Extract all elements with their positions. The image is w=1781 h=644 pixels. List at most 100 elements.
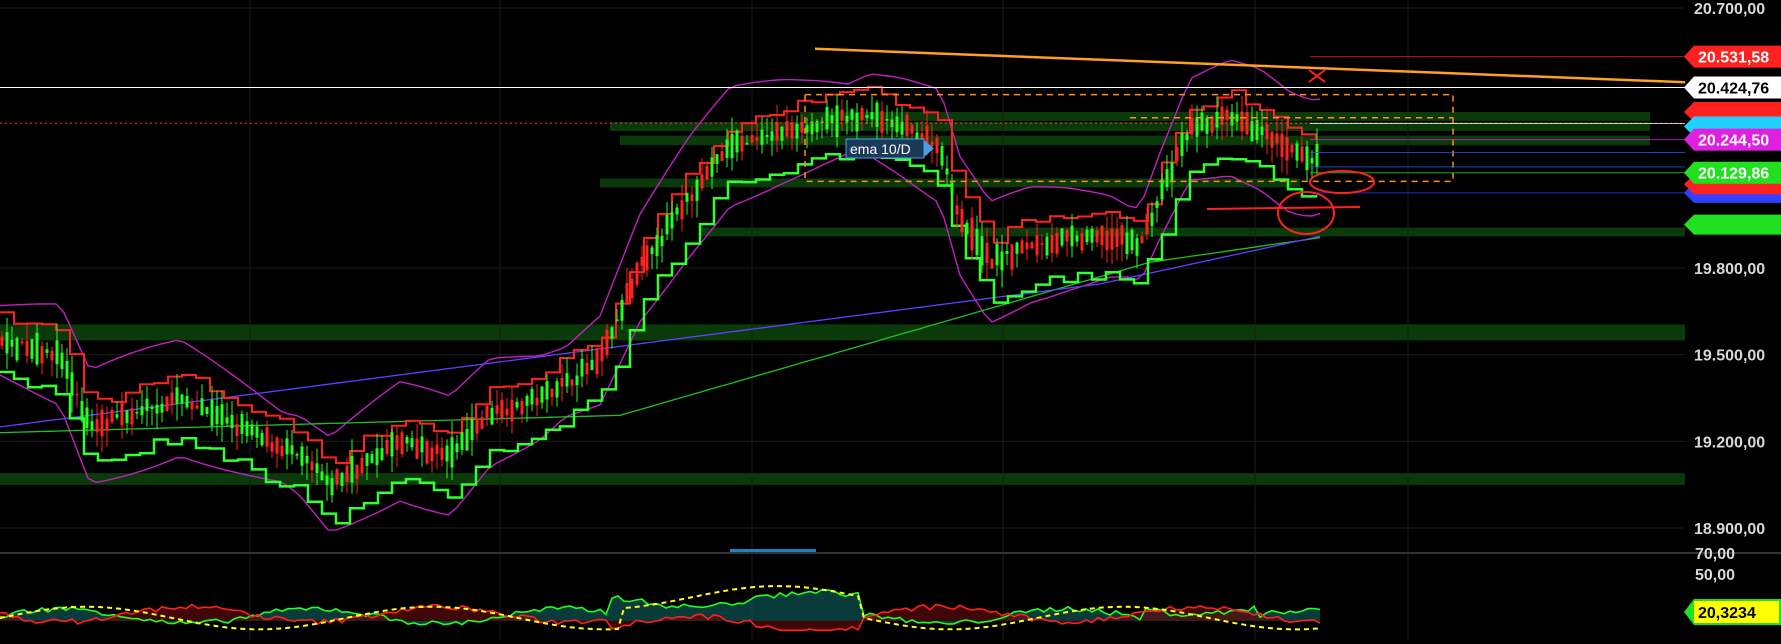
- candle-body: [665, 214, 669, 235]
- candle-body: [490, 407, 494, 425]
- candle: [680, 185, 684, 232]
- candle: [370, 450, 374, 464]
- candle-body: [1005, 251, 1009, 254]
- candle: [555, 377, 559, 407]
- candle-body: [105, 418, 109, 431]
- candle-body: [360, 457, 364, 474]
- support-zone: [700, 227, 1685, 237]
- candle-body: [640, 256, 644, 266]
- candle-body: [455, 443, 459, 453]
- candle-body: [945, 168, 949, 175]
- candle-body: [735, 130, 739, 153]
- candle: [430, 441, 434, 473]
- candle: [1225, 105, 1229, 137]
- candle-body: [305, 455, 309, 464]
- candle-body: [175, 387, 179, 404]
- candle-body: [940, 146, 944, 166]
- candle: [955, 194, 959, 229]
- candle: [245, 412, 249, 443]
- candle-body: [725, 139, 729, 158]
- price-tag: 20.129,86: [1684, 161, 1781, 184]
- candle-body: [710, 157, 714, 177]
- candle-body: [395, 435, 399, 450]
- candle-body: [610, 327, 614, 339]
- candle-body: [750, 135, 754, 143]
- candle-body: [675, 207, 679, 215]
- candle-body: [1210, 116, 1214, 133]
- annotation-line: [1206, 206, 1361, 210]
- ema-annotation[interactable]: ema 10/D: [845, 138, 934, 159]
- candle-body: [275, 437, 279, 454]
- candle-body: [385, 439, 389, 454]
- candle: [1290, 143, 1294, 159]
- candle: [435, 432, 439, 470]
- candle-body: [745, 143, 749, 145]
- candle-body: [615, 319, 619, 322]
- candle-body: [990, 259, 994, 269]
- candle-body: [860, 107, 864, 120]
- candle-body: [85, 407, 89, 428]
- candle-body: [775, 121, 779, 141]
- candle-body: [1205, 117, 1209, 134]
- candle-body: [230, 414, 234, 428]
- candle-body: [855, 112, 859, 132]
- candle-body: [1260, 126, 1264, 136]
- candle-body: [1190, 117, 1194, 135]
- candle: [425, 438, 429, 466]
- candle-body: [905, 114, 909, 136]
- candle: [905, 111, 909, 140]
- candle: [210, 385, 214, 432]
- candle-body: [1125, 232, 1129, 255]
- candle-body: [510, 399, 514, 422]
- candle: [115, 401, 119, 420]
- candle: [90, 409, 94, 438]
- candle: [635, 260, 639, 288]
- candle-body: [150, 406, 154, 409]
- candle-body: [705, 165, 709, 180]
- candle-body: [1240, 111, 1244, 132]
- candle: [540, 386, 544, 409]
- candle-body: [1155, 200, 1159, 208]
- candle: [1120, 222, 1124, 262]
- candle: [1115, 216, 1119, 261]
- annotation-ellipse: [1309, 170, 1375, 194]
- support-zone: [620, 135, 1650, 146]
- candle: [685, 192, 689, 215]
- candle: [675, 203, 679, 222]
- candle: [585, 353, 589, 385]
- candle-body: [1265, 124, 1269, 140]
- candle: [100, 404, 104, 453]
- candle-body: [480, 417, 484, 429]
- scroll-indicator[interactable]: [730, 549, 816, 552]
- last-price-tag: 20.424,76: [1684, 76, 1781, 99]
- candle: [1125, 215, 1129, 260]
- candle-body: [1220, 106, 1224, 125]
- candle-body: [560, 378, 564, 387]
- candle: [995, 238, 999, 277]
- candle-body: [1165, 169, 1169, 188]
- candle-body: [1090, 228, 1094, 243]
- candle: [520, 398, 524, 424]
- candle-body: [380, 448, 384, 460]
- chart-canvas[interactable]: ema 10/D 20.700,00 19.800,00 19.500,00 19.2…: [0, 0, 1781, 644]
- candle-body: [870, 112, 874, 120]
- candle-body: [475, 418, 479, 434]
- support-zone: [0, 324, 1685, 341]
- candle-body: [280, 445, 284, 457]
- candle: [270, 434, 274, 458]
- candle: [30, 338, 34, 363]
- candle: [545, 374, 549, 413]
- candle-body: [1050, 234, 1054, 253]
- candle: [185, 387, 189, 410]
- candle: [625, 267, 629, 305]
- candle-body: [585, 362, 589, 375]
- candle-body: [80, 400, 84, 421]
- candle: [570, 379, 574, 396]
- candle: [200, 384, 204, 416]
- candle-body: [390, 432, 394, 457]
- candle-body: [765, 134, 769, 137]
- candle: [530, 386, 534, 412]
- candle: [575, 363, 579, 402]
- y-tick-label: 20.700,00: [1694, 1, 1765, 18]
- candle: [240, 410, 244, 444]
